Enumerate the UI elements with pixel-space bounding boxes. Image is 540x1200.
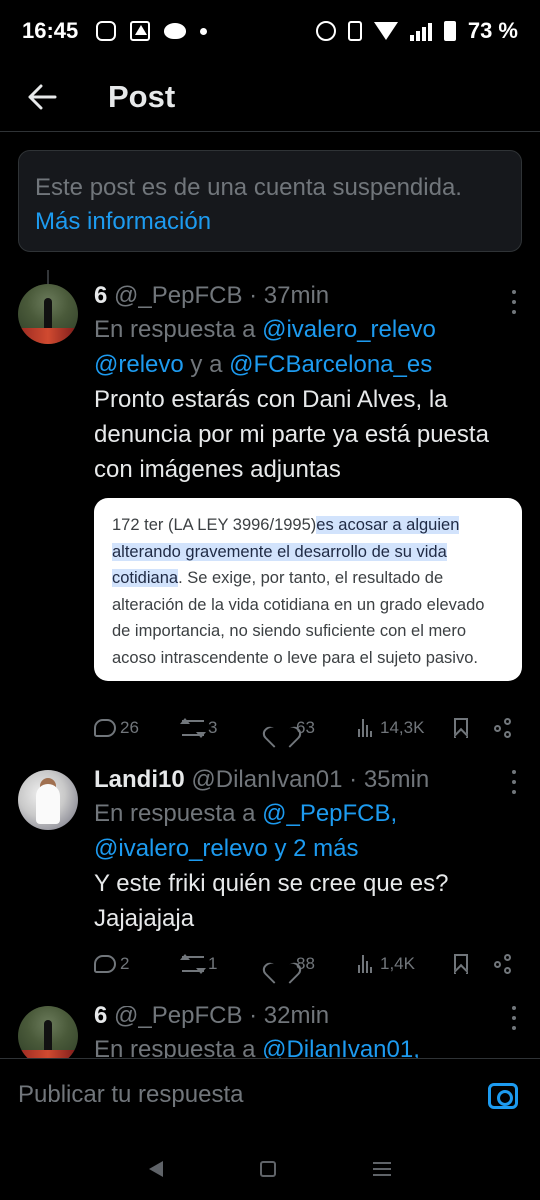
avatar[interactable] bbox=[18, 770, 78, 830]
tweet-actions: 2 1 88 1,4K bbox=[94, 948, 522, 980]
more-info-link[interactable]: Más información bbox=[35, 208, 211, 235]
thread-connector bbox=[47, 270, 49, 284]
retweet-button[interactable]: 1 bbox=[180, 954, 270, 974]
share-button[interactable] bbox=[494, 718, 514, 738]
bookmark-icon bbox=[454, 954, 468, 974]
handle[interactable]: @DilanIvan01 bbox=[191, 766, 342, 793]
mention-link[interactable]: @_PepFCB, bbox=[262, 800, 397, 827]
like-button[interactable]: 63 bbox=[270, 718, 358, 738]
retweet-icon bbox=[180, 954, 206, 974]
mention-link[interactable]: @relevo bbox=[94, 351, 184, 378]
reply-button[interactable]: 2 bbox=[94, 954, 182, 974]
tweet-actions: 26 3 63 14,3K bbox=[94, 712, 522, 744]
more-options-icon[interactable] bbox=[510, 290, 518, 314]
notification-app-icon bbox=[130, 21, 151, 41]
signal-icon bbox=[409, 21, 432, 41]
tweet-header: 6 @_PepFCB · 32min bbox=[94, 1006, 522, 1032]
views-button[interactable]: 14,3K bbox=[358, 718, 454, 738]
arrow-left-icon bbox=[28, 84, 57, 109]
views-icon bbox=[358, 719, 376, 737]
mention-link[interactable]: @ivalero_relevo bbox=[94, 835, 268, 862]
reply-composer: Publicar tu respuesta bbox=[0, 1058, 540, 1138]
like-button[interactable]: 88 bbox=[270, 954, 358, 974]
nav-home-icon[interactable] bbox=[259, 1161, 276, 1177]
bookmark-button[interactable] bbox=[454, 954, 494, 974]
page-title: Post bbox=[108, 78, 176, 114]
share-icon bbox=[494, 718, 514, 738]
timestamp: · 35min bbox=[349, 766, 430, 793]
share-icon bbox=[494, 954, 514, 974]
reddit-icon bbox=[164, 23, 187, 39]
handle[interactable]: @_PepFCB bbox=[114, 282, 242, 309]
reply-tweet[interactable]: 6 @_PepFCB · 32min En respuesta a @Dilan… bbox=[0, 1006, 540, 1058]
bookmark-button[interactable] bbox=[454, 718, 494, 738]
avatar[interactable] bbox=[18, 284, 78, 344]
retweet-button[interactable]: 3 bbox=[180, 718, 270, 738]
tweet-header: 6 @_PepFCB · 37min bbox=[94, 280, 522, 312]
reply-context: En respuesta a @ivalero_relevo @relevo y… bbox=[94, 316, 436, 378]
status-time: 16:45 bbox=[22, 18, 79, 43]
tweet-text: Y este friki quién se cree que es? Jajaj… bbox=[94, 870, 449, 932]
nav-back-icon[interactable] bbox=[148, 1161, 163, 1177]
heart-icon bbox=[270, 718, 292, 738]
timestamp: · 37min bbox=[249, 282, 330, 309]
nav-recents-icon[interactable] bbox=[373, 1162, 392, 1176]
tweet-header: Landi10 @DilanIvan01 · 35min bbox=[94, 764, 522, 796]
top-app-bar: Post bbox=[0, 62, 540, 132]
reply-context: En respuesta a @_PepFCB, @ivalero_relevo… bbox=[94, 800, 398, 862]
tweet-text: Pronto estarás con Dani Alves, la denunc… bbox=[94, 386, 489, 483]
views-icon bbox=[358, 955, 376, 973]
more-options-icon[interactable] bbox=[510, 1006, 518, 1030]
more-options-icon[interactable] bbox=[510, 770, 518, 794]
mention-link[interactable]: @ivalero_relevo bbox=[262, 316, 436, 343]
reply-button[interactable]: 26 bbox=[94, 718, 182, 738]
avatar[interactable] bbox=[18, 1006, 78, 1058]
tweet-image[interactable]: 172 ter (LA LEY 3996/1995)es acosar a al… bbox=[94, 498, 522, 681]
system-nav-bar bbox=[0, 1138, 540, 1200]
more-notifications-dot-icon bbox=[200, 27, 208, 35]
display-name[interactable]: Landi10 bbox=[94, 766, 185, 793]
bookmark-icon bbox=[454, 718, 468, 738]
retweet-icon bbox=[180, 718, 206, 738]
mention-link[interactable]: @FCBarcelona_es bbox=[229, 351, 432, 378]
reply-icon bbox=[94, 719, 116, 737]
handle[interactable]: @_PepFCB bbox=[114, 1006, 242, 1029]
reply-input[interactable]: Publicar tu respuesta bbox=[18, 1081, 243, 1109]
mention-link[interactable]: 2 más bbox=[293, 835, 358, 862]
status-bar: 16:45 73 % bbox=[0, 0, 540, 62]
display-name[interactable]: 6 bbox=[94, 1006, 107, 1029]
instagram-icon bbox=[96, 21, 117, 41]
suspended-account-notice: Este post es de una cuenta suspendida. M… bbox=[18, 150, 522, 252]
battery-icon bbox=[443, 21, 456, 41]
vibrate-icon bbox=[347, 21, 362, 41]
battery-percent: 73 % bbox=[467, 18, 518, 43]
timestamp: · 32min bbox=[249, 1006, 330, 1029]
camera-icon[interactable] bbox=[488, 1083, 518, 1109]
wifi-icon bbox=[373, 22, 398, 40]
alarm-icon bbox=[315, 21, 336, 41]
reply-context: En respuesta a @DilanIvan01, bbox=[94, 1032, 522, 1058]
heart-icon bbox=[270, 954, 292, 974]
display-name[interactable]: 6 bbox=[94, 282, 107, 309]
views-button[interactable]: 1,4K bbox=[358, 954, 454, 974]
reply-icon bbox=[94, 955, 116, 973]
mention-link[interactable]: @DilanIvan01, bbox=[262, 1036, 420, 1058]
notice-text: Este post es de una cuenta suspendida. bbox=[35, 174, 462, 201]
back-button[interactable] bbox=[12, 67, 72, 127]
share-button[interactable] bbox=[494, 954, 514, 974]
